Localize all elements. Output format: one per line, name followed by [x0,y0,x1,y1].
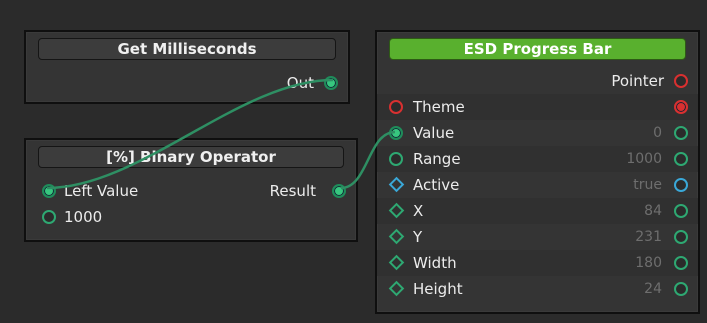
input-port-theme-right-icon[interactable] [674,100,688,114]
input-label-value: Value [413,124,455,142]
input-port-height-right-icon[interactable] [674,282,688,296]
input-port-range-icon[interactable] [389,152,403,166]
node-get-milliseconds[interactable]: Get Milliseconds Out [24,30,350,104]
input-port-range-right-icon[interactable] [674,152,688,166]
input-value-value[interactable]: 0 [653,124,662,142]
node-title[interactable]: ESD Progress Bar [389,38,686,60]
input-value-y[interactable]: 231 [635,228,662,246]
node-esd-progress-bar[interactable]: ESD Progress Bar Pointer Theme Value 0 R… [375,30,700,314]
input-label-divisor: 1000 [64,208,103,226]
input-port-height-icon[interactable] [388,280,405,297]
input-value-active[interactable]: true [633,176,662,194]
input-label-height: Height [413,280,463,298]
input-port-theme-icon[interactable] [389,100,403,114]
input-label-active: Active [413,176,460,194]
input-value-range[interactable]: 1000 [626,150,662,168]
input-port-active-right-icon[interactable] [674,178,688,192]
input-row-divisor: 1000 [26,204,356,230]
output-label-result: Result [269,182,316,200]
input-value-x[interactable]: 84 [644,202,662,220]
input-row-height: Height 24 [377,276,698,302]
output-port-result-icon[interactable] [332,184,346,198]
input-label-theme: Theme [413,98,465,116]
input-row-theme: Theme [377,94,698,120]
input-label-x: X [413,202,424,220]
input-port-width-icon[interactable] [388,254,405,271]
output-row-pointer: Pointer [377,68,698,94]
input-row-active: Active true [377,172,698,198]
input-port-x-icon[interactable] [388,202,405,219]
input-row-value: Value 0 [377,120,698,146]
input-row-y: Y 231 [377,224,698,250]
input-port-active-icon[interactable] [388,176,405,193]
input-row-width: Width 180 [377,250,698,276]
node-title[interactable]: [%] Binary Operator [38,146,344,168]
input-label-width: Width [413,254,457,272]
output-label-pointer: Pointer [611,72,664,90]
input-value-height[interactable]: 24 [644,280,662,298]
input-port-value-icon[interactable] [389,126,403,140]
output-port-out-icon[interactable] [324,76,338,90]
node-title[interactable]: Get Milliseconds [38,38,336,60]
input-port-y-right-icon[interactable] [674,230,688,244]
input-row-1000: Result [26,178,356,204]
input-port-x-right-icon[interactable] [674,204,688,218]
output-port-pointer-icon[interactable] [674,74,688,88]
input-port-y-icon[interactable] [388,228,405,245]
input-port-width-right-icon[interactable] [674,256,688,270]
input-port-divisor-icon[interactable] [42,210,56,224]
input-value-width[interactable]: 180 [635,254,662,272]
input-label-y: Y [413,228,423,246]
input-row-x: X 84 [377,198,698,224]
input-row-range: Range 1000 [377,146,698,172]
input-label-range: Range [413,150,461,168]
output-label-out: Out [286,74,314,92]
output-row-out: Out [26,70,348,96]
input-port-value-right-icon[interactable] [674,126,688,140]
node-binary-operator[interactable]: [%] Binary Operator Left Value Result 10… [24,138,358,242]
